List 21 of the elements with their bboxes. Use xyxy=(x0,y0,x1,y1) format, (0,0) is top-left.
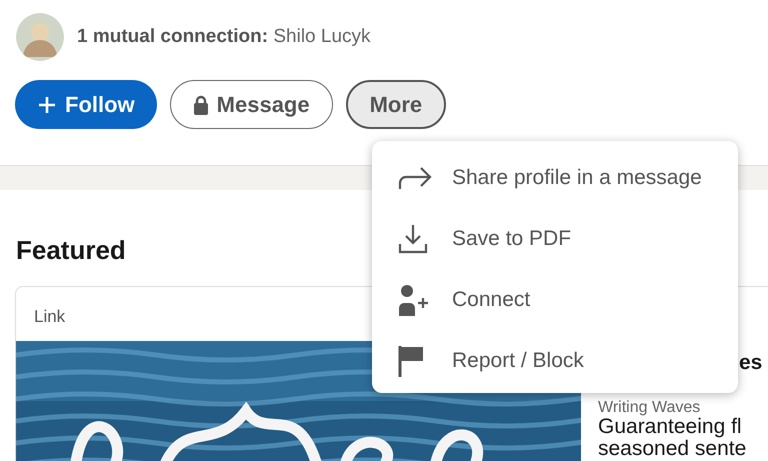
avatar[interactable] xyxy=(16,13,64,61)
action-button[interactable]: More xyxy=(346,80,446,129)
menu-item[interactable]: Connect xyxy=(372,269,738,330)
menu-item[interactable]: Share profile in a message xyxy=(372,147,738,208)
card-description: seasoned sente xyxy=(598,438,746,460)
action-button[interactable]: Message xyxy=(170,80,333,129)
download-icon xyxy=(398,224,428,254)
mutual-connection-text[interactable]: 1 mutual connection: Shilo Lucyk xyxy=(77,26,371,48)
action-button[interactable]: Follow xyxy=(15,80,157,129)
card-subtitle: Writing Waves xyxy=(598,399,700,416)
card-type-label: Link xyxy=(34,307,66,327)
lock-icon xyxy=(192,94,209,114)
share-icon xyxy=(398,166,432,190)
card-description: Guaranteeing fl xyxy=(598,416,742,438)
plus-icon xyxy=(37,94,57,114)
card-title: es xyxy=(739,351,762,376)
section-title: Featured xyxy=(16,234,126,267)
menu-item[interactable]: Save to PDF xyxy=(372,208,738,269)
menu-item[interactable]: Report / Block xyxy=(372,330,738,391)
add-person-icon xyxy=(398,284,430,316)
flag-icon xyxy=(398,344,426,376)
